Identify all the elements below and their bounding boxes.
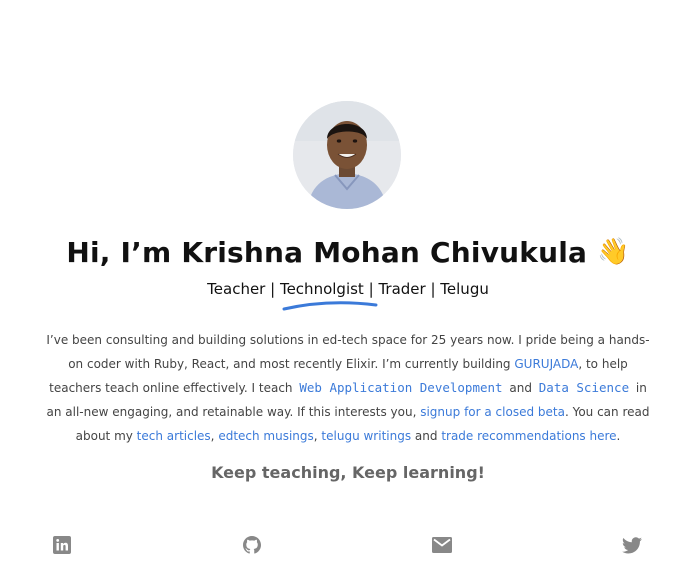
wave-icon: 👋 <box>597 237 630 267</box>
closed-beta-link[interactable]: signup for a closed beta <box>420 405 565 419</box>
profile-avatar <box>293 101 401 209</box>
page-title: Hi, I’m Krishna Mohan Chivukula 👋 <box>0 232 696 273</box>
linkedin-link[interactable] <box>52 535 72 555</box>
role-telugu: Telugu <box>440 280 489 298</box>
course-data-science: Data Science <box>538 380 630 395</box>
greeting-text: Hi, I’m Krishna Mohan Chivukula <box>66 236 588 269</box>
github-link[interactable] <box>242 535 262 555</box>
roles-line: Teacher | Technolgist | Trader | Telugu <box>0 279 696 311</box>
bio-text: and <box>411 429 442 443</box>
role-technologist-label: Technolgist <box>279 280 364 298</box>
course-web-dev: Web Application Development <box>299 380 503 395</box>
trade-recommendations-link[interactable]: trade recommendations here <box>441 429 616 443</box>
role-technologist: Technolgist <box>279 279 378 311</box>
twitter-icon <box>622 536 642 553</box>
tagline: Keep teaching, Keep learning! <box>211 463 485 482</box>
gurujada-link[interactable]: GURUJADA <box>514 357 578 371</box>
role-separator: | <box>430 280 436 298</box>
github-icon <box>243 536 261 554</box>
squiggle-underline-icon <box>282 301 378 311</box>
role-separator: | <box>368 280 374 298</box>
tech-articles-link[interactable]: tech articles <box>137 429 211 443</box>
role-trader: Trader <box>378 280 426 298</box>
email-link[interactable] <box>432 535 452 555</box>
telugu-writings-link[interactable]: telugu writings <box>321 429 411 443</box>
bio-text: . <box>616 429 621 443</box>
bio-text: and <box>505 381 536 395</box>
mail-icon <box>432 537 452 553</box>
linkedin-icon <box>53 536 71 554</box>
twitter-link[interactable] <box>622 535 642 555</box>
edtech-musings-link[interactable]: edtech musings <box>218 429 313 443</box>
role-separator: | <box>270 280 276 298</box>
bio-paragraph: I’ve been consulting and building soluti… <box>44 328 652 448</box>
role-teacher: Teacher <box>207 280 266 298</box>
